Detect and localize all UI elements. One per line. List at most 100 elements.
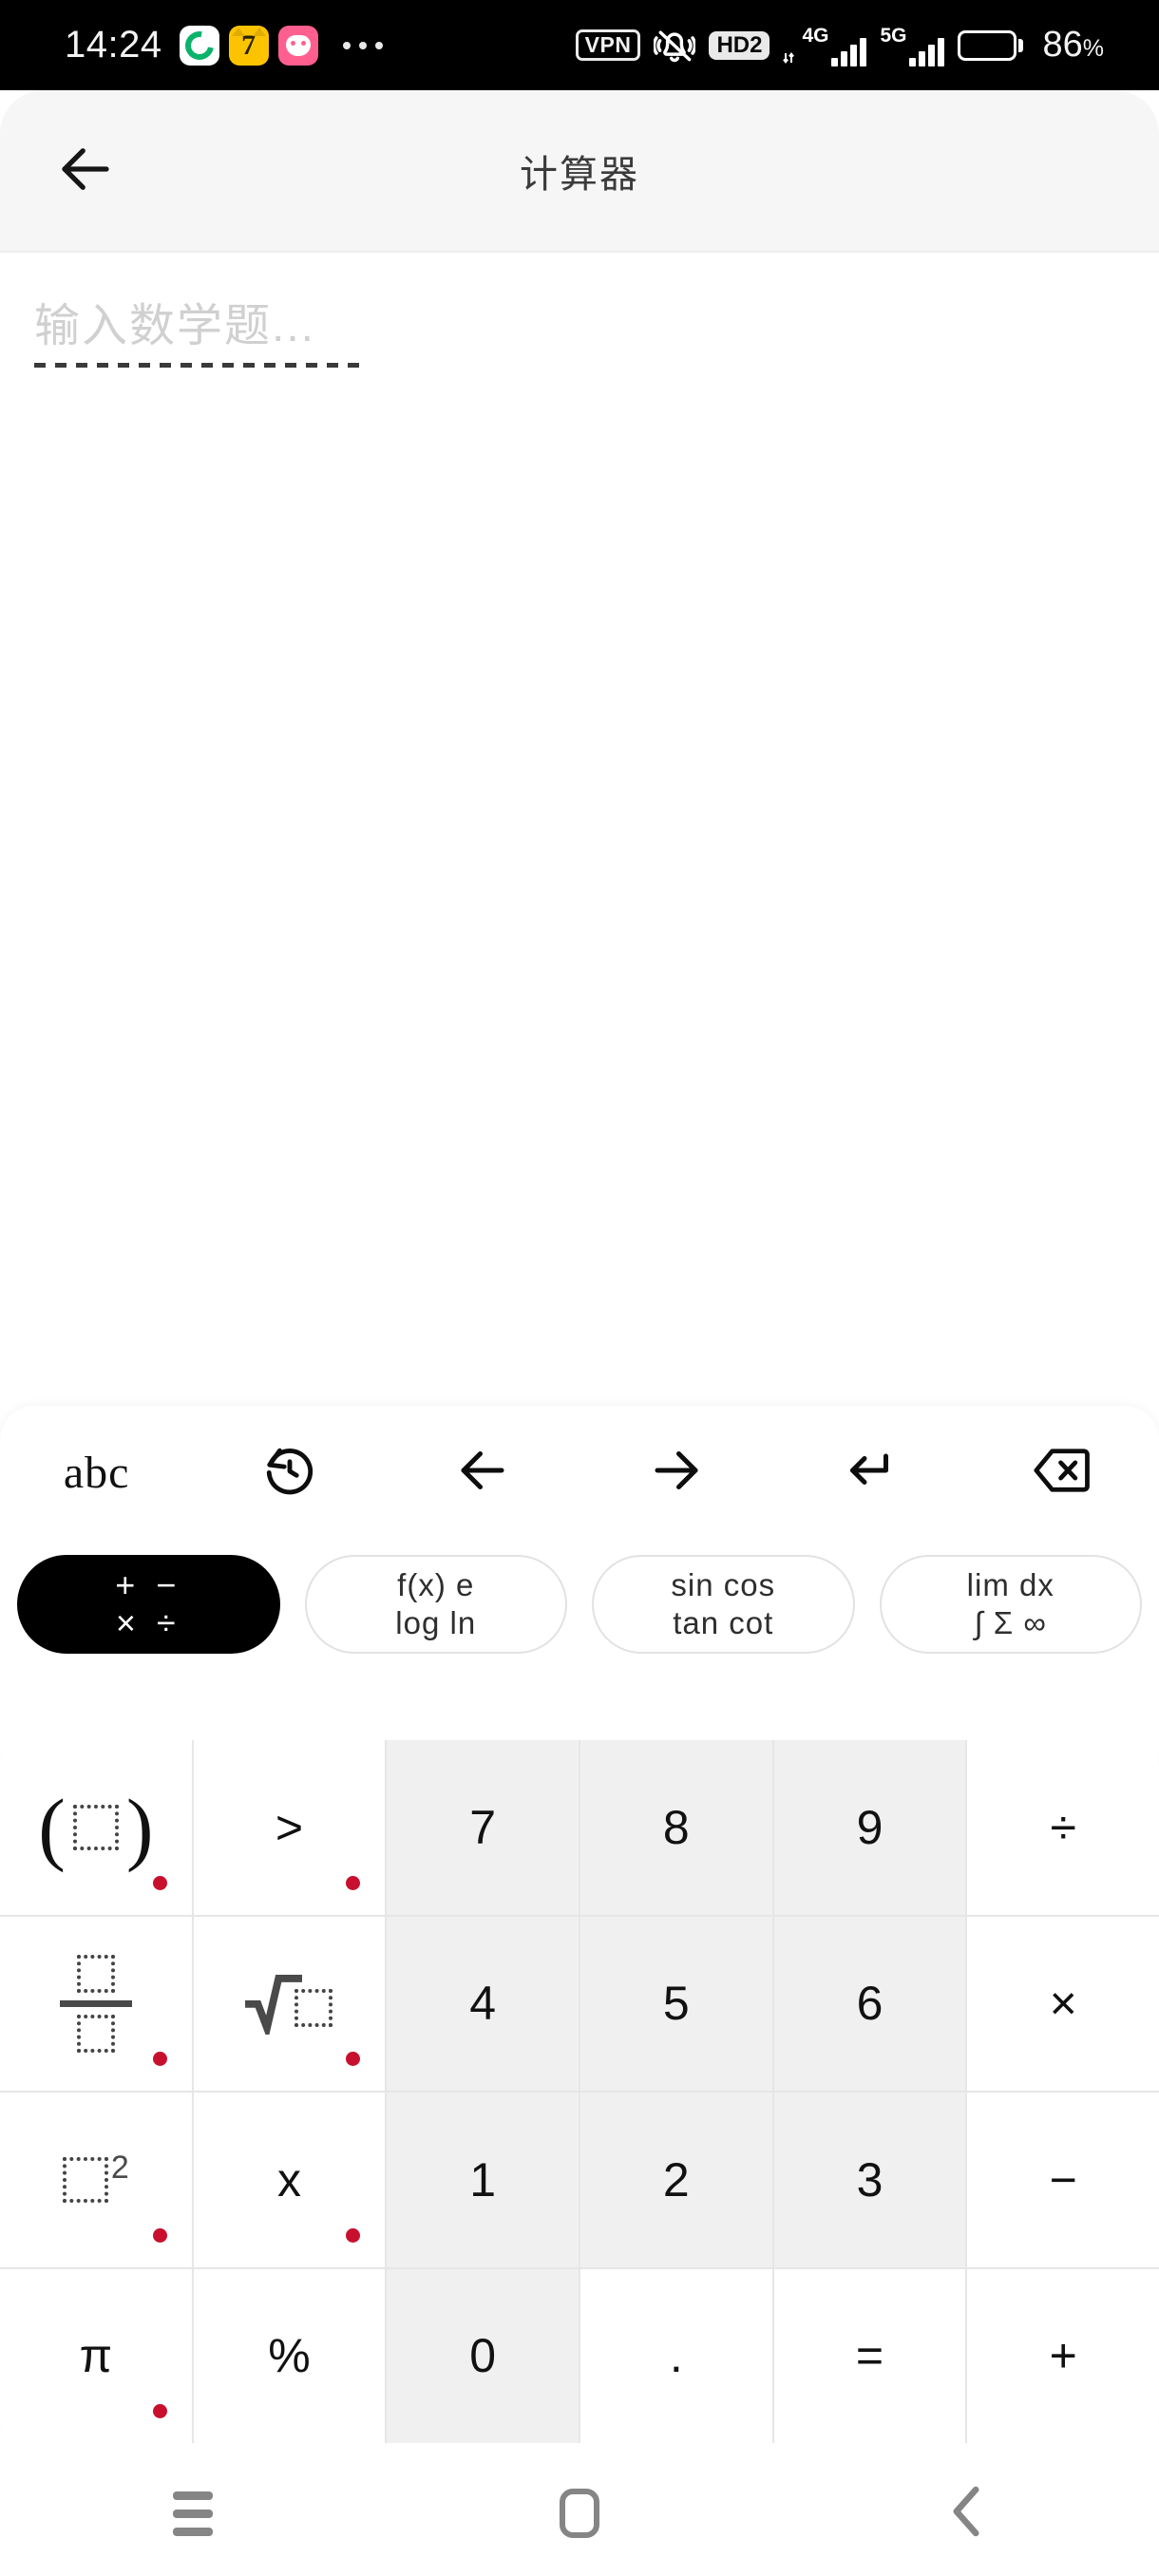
chevron-left-icon [944, 2485, 988, 2543]
key-divide[interactable]: ÷ [967, 1740, 1159, 1915]
key-2[interactable]: 2 [580, 2093, 772, 2267]
key-6[interactable]: 6 [773, 1916, 966, 2091]
key-greater-than-label: > [275, 1800, 304, 1854]
nav-back-button[interactable] [772, 2451, 1159, 2576]
key-square-root[interactable] [193, 1916, 386, 2091]
back-button[interactable] [52, 138, 119, 204]
battery-icon [958, 29, 1024, 61]
history-icon [262, 1443, 317, 1503]
key-pi[interactable]: π [0, 2268, 192, 2443]
status-clock: 14:24 [65, 24, 162, 66]
nav-recents-button[interactable] [0, 2451, 387, 2576]
math-input-underline [34, 363, 369, 368]
key-0-label: 0 [469, 2329, 497, 2383]
hd2-badge: HD2 [709, 30, 770, 60]
key-pi-label: π [79, 2329, 113, 2383]
key-fraction[interactable] [0, 1916, 192, 2091]
chip-basic-operators[interactable]: + − × ÷ [17, 1555, 280, 1654]
key-minus[interactable]: − [967, 2093, 1159, 2267]
key-equals[interactable]: = [773, 2268, 966, 2443]
backspace-button[interactable] [966, 1406, 1159, 1539]
long-press-indicator-dot [152, 2227, 167, 2243]
battery-percent-symbol: % [1082, 35, 1104, 62]
battery-percent-label: 86% [1042, 25, 1104, 66]
key-minus-label: − [1049, 2152, 1077, 2207]
backspace-icon [1033, 1445, 1092, 1501]
signal-4g: 4G [783, 25, 867, 66]
chip-calculus[interactable]: lim dx ∫ Σ ∞ [879, 1555, 1142, 1654]
bell-mute-icon [653, 25, 697, 66]
long-press-indicator-dot [152, 2052, 167, 2066]
key-square-root-glyph [245, 1972, 333, 2036]
category-chips: + − × ÷ f(x) e log ln sin cos tan cot li… [0, 1539, 1159, 1664]
key-1[interactable]: 1 [387, 2093, 579, 2267]
key-fraction-glyph [59, 1954, 132, 2053]
cursor-left-button[interactable] [387, 1406, 580, 1539]
chip-line2: × ÷ [115, 1603, 181, 1642]
android-navigation-bar [0, 2451, 1159, 2576]
long-press-indicator-dot [152, 2404, 167, 2418]
chip-trigonometry[interactable]: sin cos tan cot [592, 1555, 855, 1654]
weixin-icon [179, 25, 219, 66]
enter-button[interactable] [772, 1406, 965, 1539]
hamburger-icon [173, 2491, 214, 2536]
math-input-field[interactable]: 输入数学题... [34, 298, 376, 368]
app-header: 计算器 [0, 90, 1159, 252]
long-press-indicator-dot [346, 2052, 361, 2066]
key-2-label: 2 [662, 2152, 690, 2207]
key-9[interactable]: 9 [773, 1740, 966, 1915]
key-power[interactable]: 2 [0, 2093, 192, 2267]
calculator-keypad: () >7 8 9 ÷ 4 5 6 × 2 x 1 2 3 − π% 0. = + [0, 1740, 1159, 2443]
status-bar-right: VPN HD2 4G 5G 86% [575, 24, 1159, 66]
chip-line2: log ln [395, 1605, 477, 1640]
vpn-badge: VPN [575, 29, 641, 61]
long-press-indicator-dot [346, 2227, 361, 2243]
key-4-label: 4 [469, 1977, 497, 2031]
page-title: 计算器 [520, 154, 639, 196]
key-greater-than[interactable]: > [193, 1740, 386, 1915]
key-multiply[interactable]: × [967, 1916, 1159, 2091]
status-notification-icons: 7 [179, 25, 318, 66]
key-6-label: 6 [856, 1977, 884, 2031]
key-decimal-point[interactable]: . [580, 2268, 772, 2443]
abc-label: abc [63, 1447, 130, 1498]
key-parentheses-glyph: () [38, 1781, 154, 1873]
phone-screen: 14:24 7 VPN HD2 4G 5G 86% 计算器 输入数学题... a… [0, 0, 1159, 2576]
history-button[interactable] [193, 1406, 386, 1539]
signal-5g: 5G [880, 24, 945, 66]
key-3[interactable]: 3 [773, 2093, 966, 2267]
chip-line1: f(x) e [397, 1567, 475, 1602]
cursor-right-button[interactable] [580, 1406, 772, 1539]
key-variable-x[interactable]: x [193, 2093, 386, 2267]
key-8-label: 8 [662, 1800, 690, 1854]
key-decimal-point-label: . [669, 2329, 683, 2383]
math-input-placeholder: 输入数学题... [34, 301, 316, 351]
key-multiply-label: × [1049, 1977, 1077, 2031]
key-parentheses[interactable]: () [0, 1740, 192, 1915]
key-5-label: 5 [662, 1977, 690, 2031]
nav-home-button[interactable] [387, 2451, 773, 2576]
abc-button[interactable]: abc [0, 1406, 193, 1539]
chip-line2: tan cot [673, 1605, 774, 1640]
key-power-glyph: 2 [62, 2150, 129, 2203]
signal-5g-label: 5G [880, 24, 907, 47]
key-7[interactable]: 7 [387, 1740, 579, 1915]
key-5[interactable]: 5 [580, 1916, 772, 2091]
key-7-label: 7 [469, 1800, 497, 1854]
status-bar: 14:24 7 VPN HD2 4G 5G 86% [0, 0, 1159, 90]
arrow-left-icon [54, 138, 117, 205]
key-8[interactable]: 8 [580, 1740, 772, 1915]
key-plus[interactable]: + [967, 2268, 1159, 2443]
long-press-indicator-dot [346, 1875, 361, 1890]
signal-4g-bars [831, 34, 867, 66]
key-equals-label: = [855, 2329, 884, 2383]
key-4[interactable]: 4 [387, 1916, 579, 2091]
key-0[interactable]: 0 [387, 2268, 579, 2443]
chip-functions[interactable]: f(x) e log ln [304, 1555, 567, 1654]
pink-cat-icon [277, 25, 318, 66]
arrow-left-icon [454, 1442, 511, 1504]
key-percent[interactable]: % [193, 2268, 386, 2443]
battery-percent-value: 86 [1042, 25, 1083, 65]
status-bar-left: 14:24 7 [0, 24, 383, 66]
key-percent-label: % [268, 2329, 311, 2383]
